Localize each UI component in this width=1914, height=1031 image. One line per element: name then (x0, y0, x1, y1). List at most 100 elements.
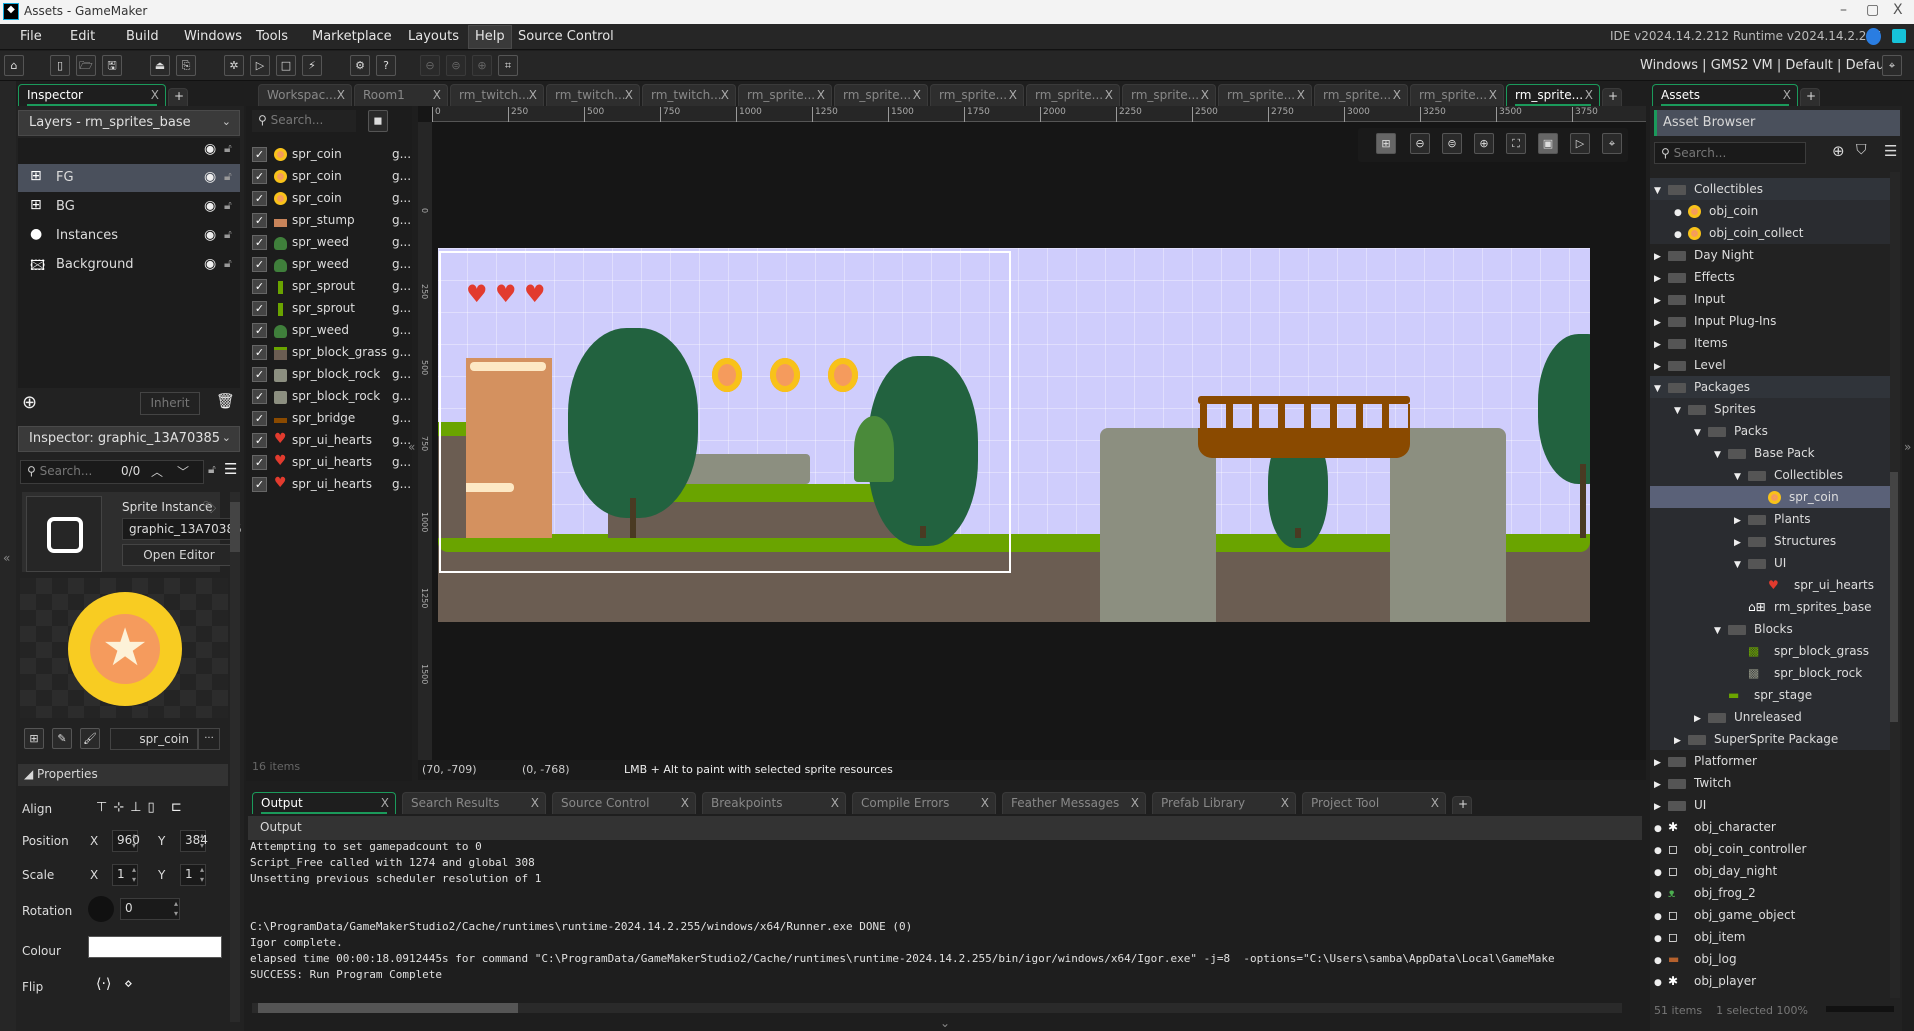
folder-day-night[interactable]: ▶ Day Night (1650, 244, 1890, 266)
close-tab-icon[interactable]: X (1585, 88, 1593, 102)
sprite-row[interactable]: ✓ ♥ spr_ui_hearts g... (250, 474, 411, 496)
checkbox[interactable]: ✓ (252, 147, 267, 162)
checkbox[interactable]: ✓ (252, 323, 267, 338)
expand-panel-icon[interactable]: ⌄ (940, 1016, 950, 1030)
caret-down-icon[interactable]: ▼ (1734, 560, 1748, 570)
brush-icon[interactable]: 🖌︎ (80, 728, 100, 749)
inspector-dropdown[interactable]: Inspector: graphic_13A70385 ⌄ (18, 426, 240, 452)
folder-structures[interactable]: ▶ Structures (1650, 530, 1890, 552)
sprite-row[interactable]: ✓ spr_coin g... (250, 188, 411, 210)
caret-right-icon[interactable]: ▶ (1654, 252, 1668, 262)
folder-packs[interactable]: ▼ Packs (1650, 420, 1890, 442)
menu-windows[interactable]: Windows (178, 29, 248, 44)
close-tab-icon[interactable]: X (337, 88, 345, 102)
tab-document[interactable]: rm_twitch... X (642, 84, 736, 106)
close-tab-icon[interactable]: X (817, 88, 825, 102)
tab-document[interactable]: rm_sprite... X (1218, 84, 1312, 106)
tab-inspector[interactable]: Inspector X (18, 84, 166, 106)
caret-down-icon[interactable]: ▼ (1714, 450, 1728, 460)
close-tab-icon[interactable]: X (913, 88, 921, 102)
close-tab-icon[interactable]: X (1131, 796, 1139, 810)
menu-build[interactable]: Build (120, 29, 165, 44)
tab-document[interactable]: rm_sprite... X (930, 84, 1024, 106)
close-tab-icon[interactable]: X (1431, 796, 1439, 810)
checkbox[interactable]: ✓ (252, 389, 267, 404)
asset-item[interactable]: ● ▬ obj_log (1650, 948, 1890, 970)
sprite-row[interactable]: ✓ spr_bridge g... (250, 408, 411, 430)
asset-item[interactable]: ▬ spr_stage (1650, 684, 1890, 706)
grid-toggle-icon[interactable]: ⊞ (1376, 133, 1396, 154)
layer-row-bg[interactable]: ⊞ BG ◉ 🔓︎ (18, 193, 240, 221)
new-project-icon[interactable]: ▯ (50, 55, 70, 76)
layer-row-fg[interactable]: ⊞ FG ◉ 🔓︎ (18, 164, 240, 192)
close-tab-icon[interactable]: X (1281, 796, 1289, 810)
close-button[interactable]: X (1893, 2, 1903, 18)
close-tab-icon[interactable]: X (1393, 88, 1401, 102)
sprite-row[interactable]: ✓ spr_block_rock g... (250, 364, 411, 386)
add-tab-button[interactable]: + (1452, 796, 1472, 814)
lock-icon[interactable]: 🔓︎ (224, 256, 232, 271)
zoom-out-icon[interactable]: ⊖ (1410, 133, 1430, 154)
tab-breakpoints[interactable]: Breakpoints X (702, 792, 846, 814)
folder-ui[interactable]: ▶ UI (1650, 794, 1890, 816)
asset-scrollbar[interactable] (1890, 172, 1900, 998)
folder-blocks[interactable]: ▼ Blocks (1650, 618, 1890, 640)
folder-unreleased[interactable]: ▶ Unreleased (1650, 706, 1890, 728)
caret-down-icon[interactable]: ▼ (1714, 626, 1728, 636)
run-icon[interactable]: ▷ (250, 55, 270, 76)
caret-right-icon[interactable]: ▶ (1654, 758, 1668, 768)
camera-view-icon[interactable]: ▣ (1538, 133, 1558, 154)
properties-section[interactable]: ◢ Properties (18, 764, 228, 786)
lock-icon[interactable]: 🔓︎ (224, 169, 232, 184)
close-tab-icon[interactable]: X (1009, 88, 1017, 102)
checkbox[interactable]: ✓ (252, 191, 267, 206)
create-asset-icon[interactable]: ⊕ (1832, 142, 1845, 160)
asset-item[interactable]: ● ◻ obj_game_object (1650, 904, 1890, 926)
layer-row-background[interactable]: 🖾︎ Background ◉ 🔓︎ (18, 251, 240, 279)
tab-document[interactable]: rm_twitch... X (450, 84, 544, 106)
layer-row-instances[interactable]: ● Instances ◉ 🔓︎ (18, 222, 240, 250)
new-sprite-icon[interactable]: ⊞ (24, 728, 44, 749)
sprite-row[interactable]: ✓ spr_weed g... (250, 232, 411, 254)
paint-tool-icon[interactable]: ⌖ (1602, 133, 1622, 154)
folder-plants[interactable]: ▶ Plants (1650, 508, 1890, 530)
tab-assets[interactable]: Assets X (1652, 84, 1798, 106)
lock-icon[interactable]: 🔓︎ (224, 141, 232, 156)
minimize-button[interactable]: – (1840, 2, 1847, 18)
lock-inspector-icon[interactable]: 🔓︎ (208, 462, 216, 477)
target-config[interactable]: Default (1785, 58, 1833, 73)
menu-tools[interactable]: Tools (250, 29, 294, 44)
position-y-input[interactable]: 384 (180, 830, 208, 852)
tab-document[interactable]: rm_twitch... X (546, 84, 640, 106)
package-icon[interactable]: ⎘ (176, 55, 196, 76)
inspector-scrollbar[interactable] (230, 492, 240, 1022)
caret-right-icon[interactable]: ▶ (1654, 780, 1668, 790)
tab-document[interactable]: rm_sprite... X (738, 84, 832, 106)
asset-item[interactable]: ● obj_coin (1650, 200, 1890, 222)
checkbox[interactable]: ✓ (252, 257, 267, 272)
chat-icon[interactable] (1892, 29, 1906, 43)
asset-item[interactable]: ▩ spr_block_grass (1650, 640, 1890, 662)
folder-platformer[interactable]: ▶ Platformer (1650, 750, 1890, 772)
folder-sprites[interactable]: ▼ Sprites (1650, 398, 1890, 420)
add-tab-button[interactable]: + (168, 88, 188, 106)
tab-document[interactable]: rm_sprite... X (1314, 84, 1408, 106)
caret-down-icon[interactable]: ▼ (1654, 186, 1668, 196)
open-project-icon[interactable]: 🗁︎ (76, 55, 96, 76)
folder-collectibles[interactable]: ▼ Collectibles (1650, 464, 1890, 486)
checkbox[interactable]: ✓ (252, 367, 267, 382)
checkbox[interactable]: ✓ (252, 433, 267, 448)
room-canvas[interactable]: 0 250 500 750 1000 1250 1500 1750 2000 2250 2500 27… (418, 106, 1646, 760)
caret-right-icon[interactable]: ▶ (1654, 296, 1668, 306)
zoom-in-icon[interactable]: ⊕ (1474, 133, 1494, 154)
asset-item[interactable]: ▩ spr_block_rock (1650, 662, 1890, 684)
asset-item[interactable]: ● ✱ obj_player (1650, 970, 1890, 992)
checkbox[interactable]: ✓ (252, 235, 267, 250)
maximize-button[interactable]: ▢ (1866, 2, 1879, 18)
layers-dropdown[interactable]: Layers - rm_sprites_base ⌄ (18, 110, 240, 136)
collapse-left-icon[interactable]: « (3, 551, 10, 565)
menu-edit[interactable]: Edit (64, 29, 101, 44)
menu-source-control[interactable]: Source Control (512, 29, 620, 44)
lock-icon[interactable]: 🔓︎ (224, 227, 232, 242)
inspector-search[interactable]: ⚲ Search... 0/0 ︿ ﹀ (20, 460, 204, 484)
